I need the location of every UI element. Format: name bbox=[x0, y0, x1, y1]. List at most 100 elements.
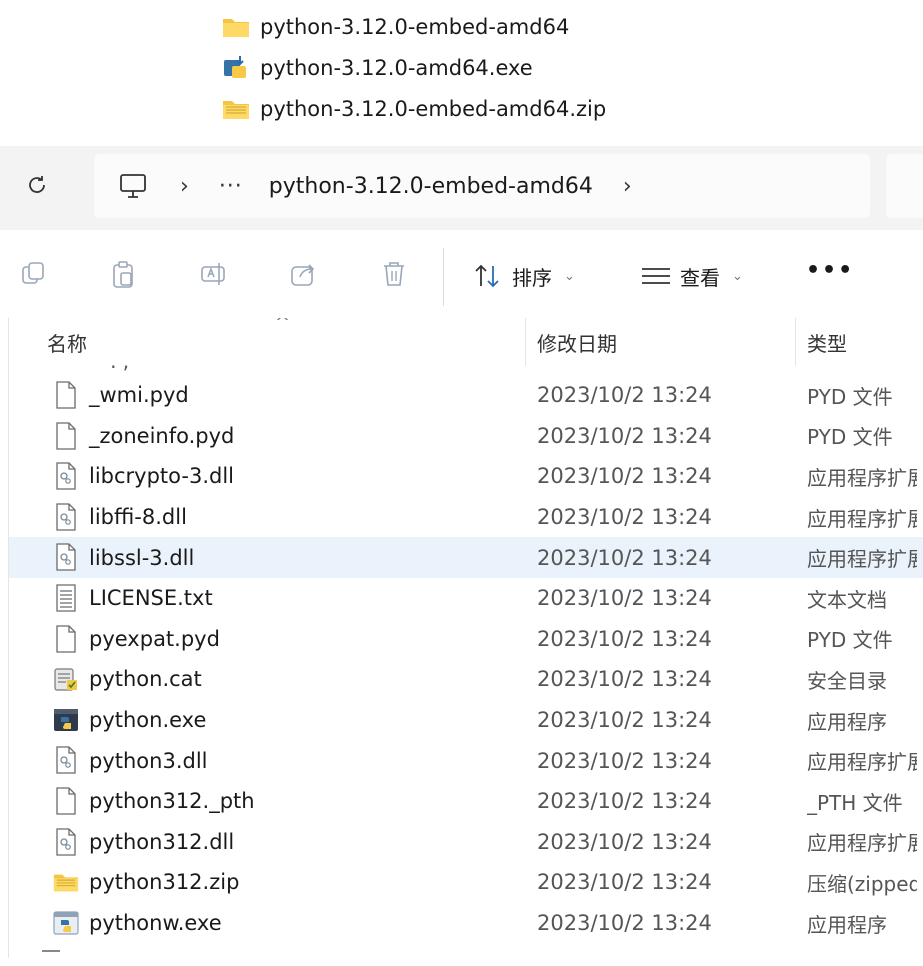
file-name: python312.dll bbox=[89, 829, 235, 854]
top-file-item[interactable]: python-3.12.0-amd64.exe bbox=[222, 47, 606, 88]
table-row[interactable]: python312.dll 2023/10/2 13:24 应用程序扩展 bbox=[9, 822, 923, 863]
chevron-right-icon[interactable]: › bbox=[623, 174, 632, 199]
sort-label: 排序 bbox=[512, 265, 552, 290]
text-file-icon bbox=[53, 584, 79, 612]
dll-icon bbox=[53, 462, 79, 490]
dll-icon bbox=[53, 746, 79, 774]
chevron-down-icon: ⌄ bbox=[732, 268, 743, 284]
file-type: _PTH 文件 bbox=[807, 790, 903, 815]
top-file-name: python-3.12.0-embed-amd64.zip bbox=[260, 96, 607, 121]
python-exe-icon bbox=[53, 706, 79, 734]
table-row[interactable]: pythonw.exe 2023/10/2 13:24 应用程序 bbox=[9, 903, 923, 944]
file-modified-date: 2023/10/2 13:24 bbox=[537, 870, 712, 895]
rename-button[interactable] bbox=[196, 256, 232, 292]
catalog-icon bbox=[53, 665, 79, 693]
more-options-button[interactable]: ••• bbox=[806, 258, 854, 283]
dll-icon bbox=[53, 543, 79, 572]
column-header-type[interactable]: 类型 bbox=[807, 318, 847, 366]
file-rows: _wmi.pyd 2023/10/2 13:24 PYD 文件 _zoneinfo.p… bbox=[9, 375, 923, 943]
column-header-modified[interactable]: 修改日期 bbox=[537, 318, 617, 366]
table-row[interactable]: libffi-8.dll 2023/10/2 13:24 应用程序扩展 bbox=[9, 497, 923, 538]
table-row[interactable]: python3.dll 2023/10/2 13:24 应用程序扩展 bbox=[9, 740, 923, 781]
table-header: ^ 名称 修改日期 类型 bbox=[9, 318, 923, 366]
table-row[interactable]: _zoneinfo.pyd 2023/10/2 13:24 PYD 文件 bbox=[9, 416, 923, 457]
file-type: 应用程序扩展 bbox=[807, 831, 917, 856]
partially-hidden-row: — _ _ . , bbox=[51, 365, 191, 371]
refresh-button[interactable] bbox=[22, 170, 52, 200]
file-modified-date: 2023/10/2 13:24 bbox=[537, 708, 712, 733]
sort-icon bbox=[475, 264, 499, 288]
dll-icon bbox=[53, 827, 79, 856]
share-button[interactable] bbox=[286, 256, 322, 292]
command-bar: 排序 ⌄ 查看 ⌄ ••• bbox=[0, 244, 923, 310]
address-bar[interactable]: › ··· python-3.12.0-embed-amd64 › bbox=[94, 154, 870, 218]
top-file-item[interactable]: python-3.12.0-embed-amd64.zip bbox=[222, 88, 606, 129]
file-modified-date: 2023/10/2 13:24 bbox=[537, 911, 712, 936]
file-icon bbox=[53, 787, 79, 815]
address-bar-area: › ··· python-3.12.0-embed-amd64 › bbox=[0, 146, 923, 230]
column-divider[interactable] bbox=[525, 318, 526, 366]
view-button[interactable]: 查看 ⌄ bbox=[640, 258, 743, 294]
file-name: python.cat bbox=[89, 667, 202, 692]
table-row[interactable]: _wmi.pyd 2023/10/2 13:24 PYD 文件 bbox=[9, 375, 923, 416]
table-row[interactable]: pyexpat.pyd 2023/10/2 13:24 PYD 文件 bbox=[9, 619, 923, 660]
table-row[interactable]: libcrypto-3.dll 2023/10/2 13:24 应用程序扩展 bbox=[9, 456, 923, 497]
zip-folder-icon bbox=[222, 95, 250, 123]
file-type: PYD 文件 bbox=[807, 384, 893, 409]
file-modified-date: 2023/10/2 13:24 bbox=[537, 545, 712, 570]
top-file-item[interactable]: python-3.12.0-embed-amd64 bbox=[222, 6, 606, 47]
this-pc-icon[interactable] bbox=[118, 170, 150, 202]
chevron-right-icon[interactable]: › bbox=[180, 174, 189, 199]
column-divider[interactable] bbox=[795, 318, 796, 366]
table-row[interactable]: libssl-3.dll 2023/10/2 13:24 应用程序扩展 bbox=[9, 537, 923, 578]
sort-button[interactable]: 排序 ⌄ bbox=[472, 258, 575, 294]
copy-button[interactable] bbox=[16, 256, 52, 292]
file-name: libssl-3.dll bbox=[89, 545, 195, 570]
file-name: _zoneinfo.pyd bbox=[89, 423, 235, 448]
chevron-down-icon: ⌄ bbox=[564, 268, 575, 284]
table-row[interactable]: python312._pth 2023/10/2 13:24 _PTH 文件 bbox=[9, 781, 923, 822]
paste-button[interactable] bbox=[106, 256, 142, 292]
partially-hidden-row bbox=[42, 950, 60, 952]
view-list-icon bbox=[642, 268, 670, 284]
file-type: 压缩(zipped) bbox=[807, 871, 917, 896]
search-box[interactable] bbox=[886, 154, 923, 218]
table-row[interactable]: LICENSE.txt 2023/10/2 13:24 文本文档 bbox=[9, 578, 923, 619]
trash-icon bbox=[384, 262, 404, 286]
sort-ascending-icon: ^ bbox=[275, 318, 291, 333]
file-modified-date: 2023/10/2 13:24 bbox=[537, 586, 712, 611]
breadcrumb-current-folder[interactable]: python-3.12.0-embed-amd64 bbox=[269, 174, 593, 199]
file-icon bbox=[53, 421, 79, 450]
file-type: 应用程序 bbox=[807, 912, 887, 937]
file-type: PYD 文件 bbox=[807, 425, 893, 450]
table-row[interactable]: python312.zip 2023/10/2 13:24 压缩(zipped) bbox=[9, 862, 923, 903]
file-modified-date: 2023/10/2 13:24 bbox=[537, 423, 712, 448]
file-type: PYD 文件 bbox=[807, 628, 893, 653]
file-modified-date: 2023/10/2 13:24 bbox=[537, 789, 712, 814]
breadcrumb-overflow[interactable]: ··· bbox=[219, 174, 243, 199]
file-name: pyexpat.pyd bbox=[89, 626, 220, 651]
table-row[interactable]: python.exe 2023/10/2 13:24 应用程序 bbox=[9, 700, 923, 741]
file-modified-date: 2023/10/2 13:24 bbox=[537, 383, 712, 408]
file-modified-date: 2023/10/2 13:24 bbox=[537, 829, 712, 854]
paste-icon bbox=[113, 261, 133, 288]
file-type: 文本文档 bbox=[807, 587, 887, 612]
file-type: 应用程序扩展 bbox=[807, 506, 917, 531]
file-modified-date: 2023/10/2 13:24 bbox=[537, 667, 712, 692]
column-header-name[interactable]: 名称 bbox=[47, 318, 87, 366]
file-name: libcrypto-3.dll bbox=[89, 464, 235, 489]
table-row[interactable]: python.cat 2023/10/2 13:24 安全目录 bbox=[9, 659, 923, 700]
file-modified-date: 2023/10/2 13:24 bbox=[537, 626, 712, 651]
file-modified-date: 2023/10/2 13:24 bbox=[537, 748, 712, 773]
file-type: 安全目录 bbox=[807, 668, 887, 693]
file-type: 应用程序扩展 bbox=[807, 547, 917, 572]
folder-icon bbox=[222, 13, 250, 41]
pythonw-exe-icon bbox=[53, 909, 79, 937]
file-name: libffi-8.dll bbox=[89, 505, 187, 530]
top-file-name: python-3.12.0-amd64.exe bbox=[260, 55, 533, 80]
file-icon bbox=[53, 381, 79, 409]
delete-button[interactable] bbox=[376, 256, 412, 292]
file-type: 应用程序 bbox=[807, 709, 887, 734]
share-icon bbox=[291, 264, 315, 286]
file-list-table: ^ 名称 修改日期 类型 — _ _ . , _wmi.pyd 2023/10/2… bbox=[8, 318, 923, 958]
